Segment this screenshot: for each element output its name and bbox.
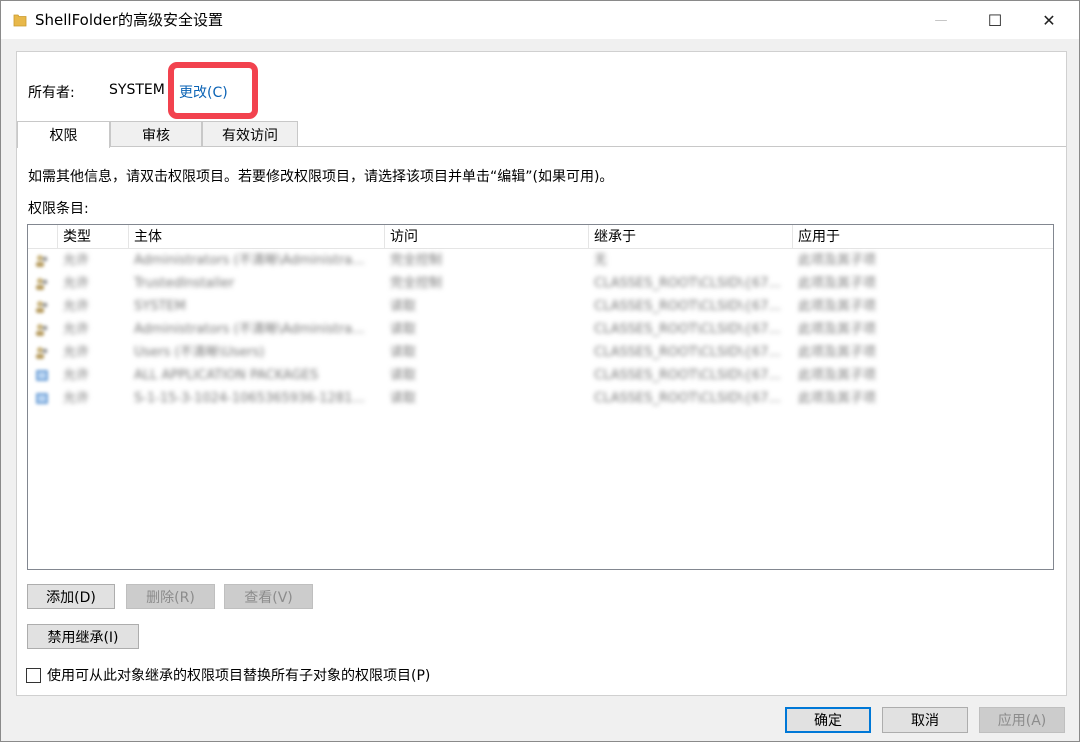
user-group-icon — [36, 324, 48, 336]
owner-value: SYSTEM — [109, 82, 165, 98]
apply-button[interactable]: 应用(A) — [979, 707, 1065, 733]
row-inherited-from: CLASSES_ROOT\CLSID\{67... — [594, 368, 781, 383]
minimize-button[interactable]: — — [915, 1, 967, 39]
row-applies-to: 此项及其子项 — [798, 253, 877, 268]
row-type: 允许 — [63, 276, 90, 291]
column-header-principal[interactable]: 主体 — [129, 225, 385, 249]
row-inherited-from: CLASSES_ROOT\CLSID\{67... — [594, 345, 781, 360]
table-row[interactable]: 允许 SYSTEM 读取 CLASSES_ROOT\CLSID\{67... 此… — [28, 295, 1053, 318]
permission-entries-list[interactable]: 类型 主体 访问 继承于 应用于 允许 Administrators (不清晰\… — [27, 224, 1054, 570]
advanced-security-window: ShellFolder的高级安全设置 — ☐ ✕ 所有者: SYSTEM 更改(… — [0, 0, 1080, 742]
row-access: 读取 — [390, 299, 417, 314]
row-applies-to: 此项及其子项 — [798, 299, 877, 314]
replace-child-permissions-option[interactable]: 使用可从此对象继承的权限项目替换所有子对象的权限项目(P) — [26, 665, 430, 685]
owner-label: 所有者: — [28, 85, 75, 101]
close-icon: ✕ — [1042, 10, 1056, 30]
table-row[interactable]: 允许 Administrators (不清晰\Administra... 完全控… — [28, 249, 1053, 272]
row-principal: Administrators (不清晰\Administra... — [134, 322, 365, 337]
list-header: 类型 主体 访问 继承于 应用于 — [28, 225, 1053, 249]
row-inherited-from: CLASSES_ROOT\CLSID\{67... — [594, 391, 781, 406]
disable-inheritance-button[interactable]: 禁用继承(I) — [27, 624, 139, 649]
row-principal: SYSTEM — [134, 299, 186, 314]
instruction-text: 如需其他信息，请双击权限项目。若要修改权限项目，请选择该项目并单击“编辑”(如果… — [28, 169, 614, 185]
table-row[interactable]: 允许 S-1-15-3-1024-1065365936-1281... 读取 C… — [28, 387, 1053, 410]
row-access: 读取 — [390, 368, 417, 383]
ok-button[interactable]: 确定 — [785, 707, 871, 733]
table-row[interactable]: 允许 Administrators (不清晰\Administra... 读取 … — [28, 318, 1053, 341]
row-access: 完全控制 — [390, 253, 443, 268]
row-applies-to: 此项及其子项 — [798, 345, 877, 360]
row-access: 读取 — [390, 391, 417, 406]
tab-auditing[interactable]: 审核 — [110, 121, 202, 147]
view-button[interactable]: 查看(V) — [224, 584, 313, 609]
row-applies-to: 此项及其子项 — [798, 368, 877, 383]
row-inherited-from: CLASSES_ROOT\CLSID\{67... — [594, 322, 781, 337]
row-principal: Users (不清晰\Users) — [134, 345, 265, 360]
row-principal: TrustedInstaller — [134, 276, 235, 291]
row-applies-to: 此项及其子项 — [798, 276, 877, 291]
column-header-access[interactable]: 访问 — [385, 225, 589, 249]
user-group-icon — [36, 347, 48, 359]
highlight-annotation — [168, 62, 258, 119]
replace-child-permissions-checkbox[interactable] — [26, 667, 41, 683]
row-principal: S-1-15-3-1024-1065365936-1281... — [134, 391, 365, 406]
app-package-icon — [36, 370, 48, 381]
row-inherited-from: 无 — [594, 253, 608, 268]
app-package-icon — [36, 393, 48, 404]
row-applies-to: 此项及其子项 — [798, 391, 877, 406]
title-bar[interactable]: ShellFolder的高级安全设置 — ☐ ✕ — [1, 1, 1079, 39]
column-header-inherited-from[interactable]: 继承于 — [589, 225, 793, 249]
table-row[interactable]: 允许 TrustedInstaller 完全控制 CLASSES_ROOT\CL… — [28, 272, 1053, 295]
tab-divider — [17, 146, 1066, 147]
row-access: 读取 — [390, 345, 417, 360]
row-access: 完全控制 — [390, 276, 443, 291]
row-applies-to: 此项及其子项 — [798, 322, 877, 337]
maximize-icon: ☐ — [987, 10, 1003, 30]
row-type: 允许 — [63, 299, 90, 314]
row-inherited-from: CLASSES_ROOT\CLSID\{67... — [594, 276, 781, 291]
folder-icon — [13, 14, 27, 27]
column-header-icon[interactable] — [28, 225, 58, 249]
row-principal: Administrators (不清晰\Administra... — [134, 253, 365, 268]
tab-permissions[interactable]: 权限 — [17, 121, 110, 148]
row-type: 允许 — [63, 253, 90, 268]
minimize-icon: — — [934, 12, 948, 28]
user-group-icon — [36, 278, 48, 290]
row-type: 允许 — [63, 322, 90, 337]
column-header-type[interactable]: 类型 — [58, 225, 129, 249]
user-group-icon — [36, 301, 48, 313]
close-button[interactable]: ✕ — [1023, 1, 1075, 39]
row-principal: ALL APPLICATION PACKAGES — [134, 368, 319, 383]
column-header-applies-to[interactable]: 应用于 — [793, 225, 1053, 249]
window-title: ShellFolder的高级安全设置 — [35, 11, 223, 29]
add-button[interactable]: 添加(D) — [27, 584, 115, 609]
user-group-icon — [36, 255, 48, 267]
table-row[interactable]: 允许 ALL APPLICATION PACKAGES 读取 CLASSES_R… — [28, 364, 1053, 387]
row-access: 读取 — [390, 322, 417, 337]
row-type: 允许 — [63, 391, 90, 406]
remove-button[interactable]: 删除(R) — [126, 584, 215, 609]
row-type: 允许 — [63, 368, 90, 383]
row-type: 允许 — [63, 345, 90, 360]
maximize-button[interactable]: ☐ — [969, 1, 1021, 39]
cancel-button[interactable]: 取消 — [882, 707, 968, 733]
tab-effective-access[interactable]: 有效访问 — [202, 121, 298, 147]
tab-strip: 权限 审核 有效访问 — [17, 121, 1066, 148]
row-inherited-from: CLASSES_ROOT\CLSID\{67... — [594, 299, 781, 314]
client-area: 所有者: SYSTEM 更改(C) 权限 审核 有效访问 如需其他信息，请双击权… — [16, 51, 1067, 696]
table-row[interactable]: 允许 Users (不清晰\Users) 读取 CLASSES_ROOT\CLS… — [28, 341, 1053, 364]
replace-child-permissions-label: 使用可从此对象继承的权限项目替换所有子对象的权限项目(P) — [47, 668, 431, 684]
permission-entries-label: 权限条目: — [28, 201, 89, 217]
